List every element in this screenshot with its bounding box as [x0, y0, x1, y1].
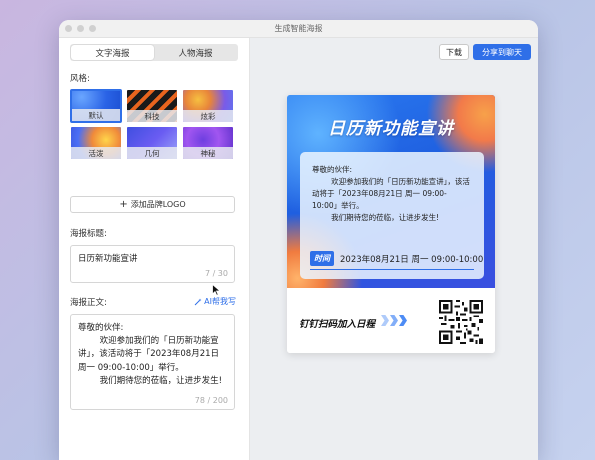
- time-tag: 时间: [310, 251, 334, 266]
- style-option-label: 几何: [127, 147, 177, 159]
- poster-title-value: 日历新功能宣讲: [78, 254, 138, 264]
- close-window-button[interactable]: [65, 25, 72, 32]
- title-bar: 生成智能海报: [59, 20, 538, 38]
- poster-body-value: 尊敬的伙伴: 欢迎参加我们的「日历新功能宣讲」，该活动将于「2023年08月21…: [78, 323, 223, 386]
- poster-content-card: 尊敬的伙伴: 欢迎参加我们的「日历新功能宣讲」，该活动将于「2023年08月21…: [300, 152, 484, 279]
- poster-footer: 钉钉扫码加入日程: [287, 288, 495, 353]
- tab-text-poster[interactable]: 文字海报: [71, 45, 154, 60]
- add-logo-label: 添加品牌LOGO: [130, 200, 186, 209]
- share-to-chat-button[interactable]: 分享到聊天: [473, 44, 531, 60]
- mouse-pointer-icon: [212, 284, 221, 296]
- style-option-lively[interactable]: 活泼: [70, 126, 122, 160]
- style-option-mystery[interactable]: 神秘: [182, 126, 234, 160]
- preview-panel: 下载 分享到聊天 日历新功能宣讲 尊敬的伙伴: 欢迎参加我们的「日历新功能宣讲」…: [250, 38, 538, 460]
- poster-time-row: 时间 2023年08月21日 周一 09:00-10:00: [310, 251, 483, 266]
- poster-generator-window: 生成智能海报 文字海报 人物海报 风格: 默认 科技 炫彩 活泼 几何 神秘 +…: [59, 20, 538, 460]
- style-option-default[interactable]: 默认: [70, 89, 122, 123]
- title-char-count: 7 / 30: [204, 269, 228, 278]
- settings-panel: 文字海报 人物海报 风格: 默认 科技 炫彩 活泼 几何 神秘 + 添加品牌LO…: [59, 38, 250, 460]
- style-option-label: 神秘: [183, 147, 233, 159]
- poster-body-text: 尊敬的伙伴: 欢迎参加我们的「日历新功能宣讲」，该活动将于「2023年08月21…: [312, 165, 470, 222]
- style-option-colorful[interactable]: 炫彩: [182, 89, 234, 123]
- chevron-arrows-icon: [381, 315, 407, 326]
- body-field-label: 海报正文:: [70, 298, 107, 308]
- title-field-label: 海报标题:: [70, 229, 107, 239]
- qr-code: [437, 298, 485, 346]
- poster-body-textarea[interactable]: 尊敬的伙伴: 欢迎参加我们的「日历新功能宣讲」，该活动将于「2023年08月21…: [70, 314, 235, 410]
- style-option-label: 活泼: [71, 147, 121, 159]
- minimize-window-button[interactable]: [77, 25, 84, 32]
- time-value: 2023年08月21日 周一 09:00-10:00: [340, 254, 484, 265]
- time-underline: [310, 269, 474, 270]
- body-char-count: 78 / 200: [194, 396, 228, 405]
- zoom-window-button[interactable]: [89, 25, 96, 32]
- poster-preview: 日历新功能宣讲 尊敬的伙伴: 欢迎参加我们的「日历新功能宣讲」，该活动将于「20…: [287, 95, 495, 353]
- style-option-label: 默认: [72, 109, 120, 121]
- poster-title-input[interactable]: 日历新功能宣讲 7 / 30: [70, 245, 235, 283]
- ai-write-label: AI帮我写: [204, 297, 236, 306]
- poster-title: 日历新功能宣讲: [328, 119, 454, 139]
- window-controls: [65, 25, 96, 32]
- style-option-label: 炫彩: [183, 110, 233, 122]
- main-content: 文字海报 人物海报 风格: 默认 科技 炫彩 活泼 几何 神秘 + 添加品牌LO…: [59, 38, 538, 460]
- poster-type-tabs: 文字海报 人物海报: [70, 44, 238, 61]
- download-button[interactable]: 下载: [439, 44, 469, 60]
- tab-person-poster[interactable]: 人物海报: [154, 45, 237, 60]
- poster-header-area: 日历新功能宣讲 尊敬的伙伴: 欢迎参加我们的「日历新功能宣讲」，该活动将于「20…: [287, 95, 495, 288]
- style-label: 风格:: [70, 74, 90, 84]
- plus-icon: +: [119, 198, 128, 210]
- add-logo-button[interactable]: + 添加品牌LOGO: [70, 196, 235, 213]
- style-grid: 默认 科技 炫彩 活泼 几何 神秘: [70, 89, 235, 160]
- style-option-label: 科技: [127, 110, 177, 122]
- style-option-tech[interactable]: 科技: [126, 89, 178, 123]
- magic-wand-icon: [194, 298, 202, 305]
- window-title: 生成智能海报: [274, 24, 323, 33]
- style-option-geometric[interactable]: 几何: [126, 126, 178, 160]
- scan-join-text: 钉钉扫码加入日程: [299, 319, 376, 330]
- ai-write-button[interactable]: AI帮我写: [194, 296, 236, 307]
